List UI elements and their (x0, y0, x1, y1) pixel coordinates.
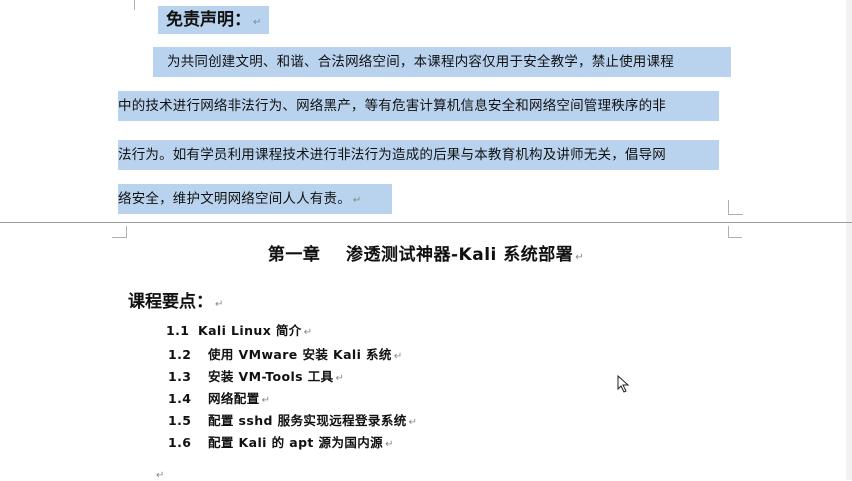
margin-mark (112, 237, 126, 238)
disclaimer-line[interactable]: 法行为。如有学员利用课程技术进行非法行为造成的后果与本教育机构及讲师无关，倡导网 (118, 140, 719, 170)
toc-item-number: 1.1 (166, 323, 190, 338)
toc-item-label: 网络配置 (208, 391, 260, 406)
margin-mark (728, 200, 743, 215)
margin-mark (120, 0, 135, 10)
toc-item[interactable]: 1.3 安装 VM-Tools 工具 ↵ (168, 366, 344, 385)
toc-item-number: 1.3 (168, 369, 192, 384)
disclaimer-line[interactable]: 络安全，维护文明网络空间人人有责。 ↵ (118, 184, 392, 214)
toc-item[interactable]: 1.2 使用 VMware 安装 Kali 系统 ↵ (168, 344, 403, 363)
toc-item-label: 配置 Kali 的 apt 源为国内源 (208, 435, 384, 450)
toc-item-label: 配置 sshd 服务实现远程登录系统 (208, 413, 407, 428)
disclaimer-line[interactable]: 为共同创建文明、和谐、合法网络空间，本课程内容仅用于安全教学，禁止使用课程 (153, 47, 731, 77)
toc-item-label: 使用 VMware 安装 Kali 系统 (208, 347, 392, 362)
toc-item-number: 1.2 (168, 347, 192, 362)
chapter-title-text: 第一章 渗透测试神器-Kali 系统部署 (267, 245, 574, 265)
section-heading-text: 课程要点： (128, 292, 213, 312)
disclaimer-title-text: 免责声明： (166, 10, 251, 30)
toc-item[interactable]: 1.6 配置 Kali 的 apt 源为国内源 ↵ (168, 432, 394, 451)
toc-item-number: 1.4 (168, 391, 192, 406)
mouse-cursor-icon (617, 374, 631, 393)
paragraph-mark: ↵ (575, 252, 585, 263)
toc-item-label: 安装 VM-Tools 工具 (208, 369, 334, 384)
paragraph-mark: ↵ (215, 299, 224, 310)
disclaimer-line[interactable]: 中的技术进行网络非法行为、网络黑产，等有危害计算机信息安全和网络空间管理秩序的非 (118, 91, 719, 121)
paragraph-mark: ↵ (393, 351, 403, 362)
margin-mark (728, 237, 742, 238)
paragraph-mark: ↵ (261, 395, 271, 406)
disclaimer-title[interactable]: 免责声明： ↵ (158, 6, 270, 34)
paragraph-mark: ↵ (385, 439, 394, 450)
paragraph-mark: ↵ (303, 327, 313, 338)
toc-item[interactable]: 1.1 Kali Linux 简介 ↵ (166, 320, 313, 339)
toc-item-label: Kali Linux 简介 (198, 323, 302, 338)
paragraph-mark: ↵ (156, 470, 165, 481)
paragraph-mark: ↵ (408, 417, 418, 428)
toc-item[interactable]: 1.4 网络配置 ↵ (168, 388, 270, 407)
paragraph-mark: ↵ (253, 17, 262, 28)
paragraph-mark: ↵ (335, 373, 345, 384)
chapter-title[interactable]: 第一章 渗透测试神器-Kali 系统部署 ↵ (0, 240, 852, 265)
disclaimer-line-text: 络安全，维护文明网络空间人人有责。 (118, 191, 351, 207)
toc-item[interactable]: 1.5 配置 sshd 服务实现远程登录系统 ↵ (168, 410, 417, 429)
section-heading[interactable]: 课程要点： ↵ (128, 287, 223, 312)
page-break-line (0, 222, 852, 223)
toc-item-number: 1.5 (168, 413, 192, 428)
toc-item-number: 1.6 (168, 435, 192, 450)
paragraph-mark: ↵ (352, 195, 362, 206)
